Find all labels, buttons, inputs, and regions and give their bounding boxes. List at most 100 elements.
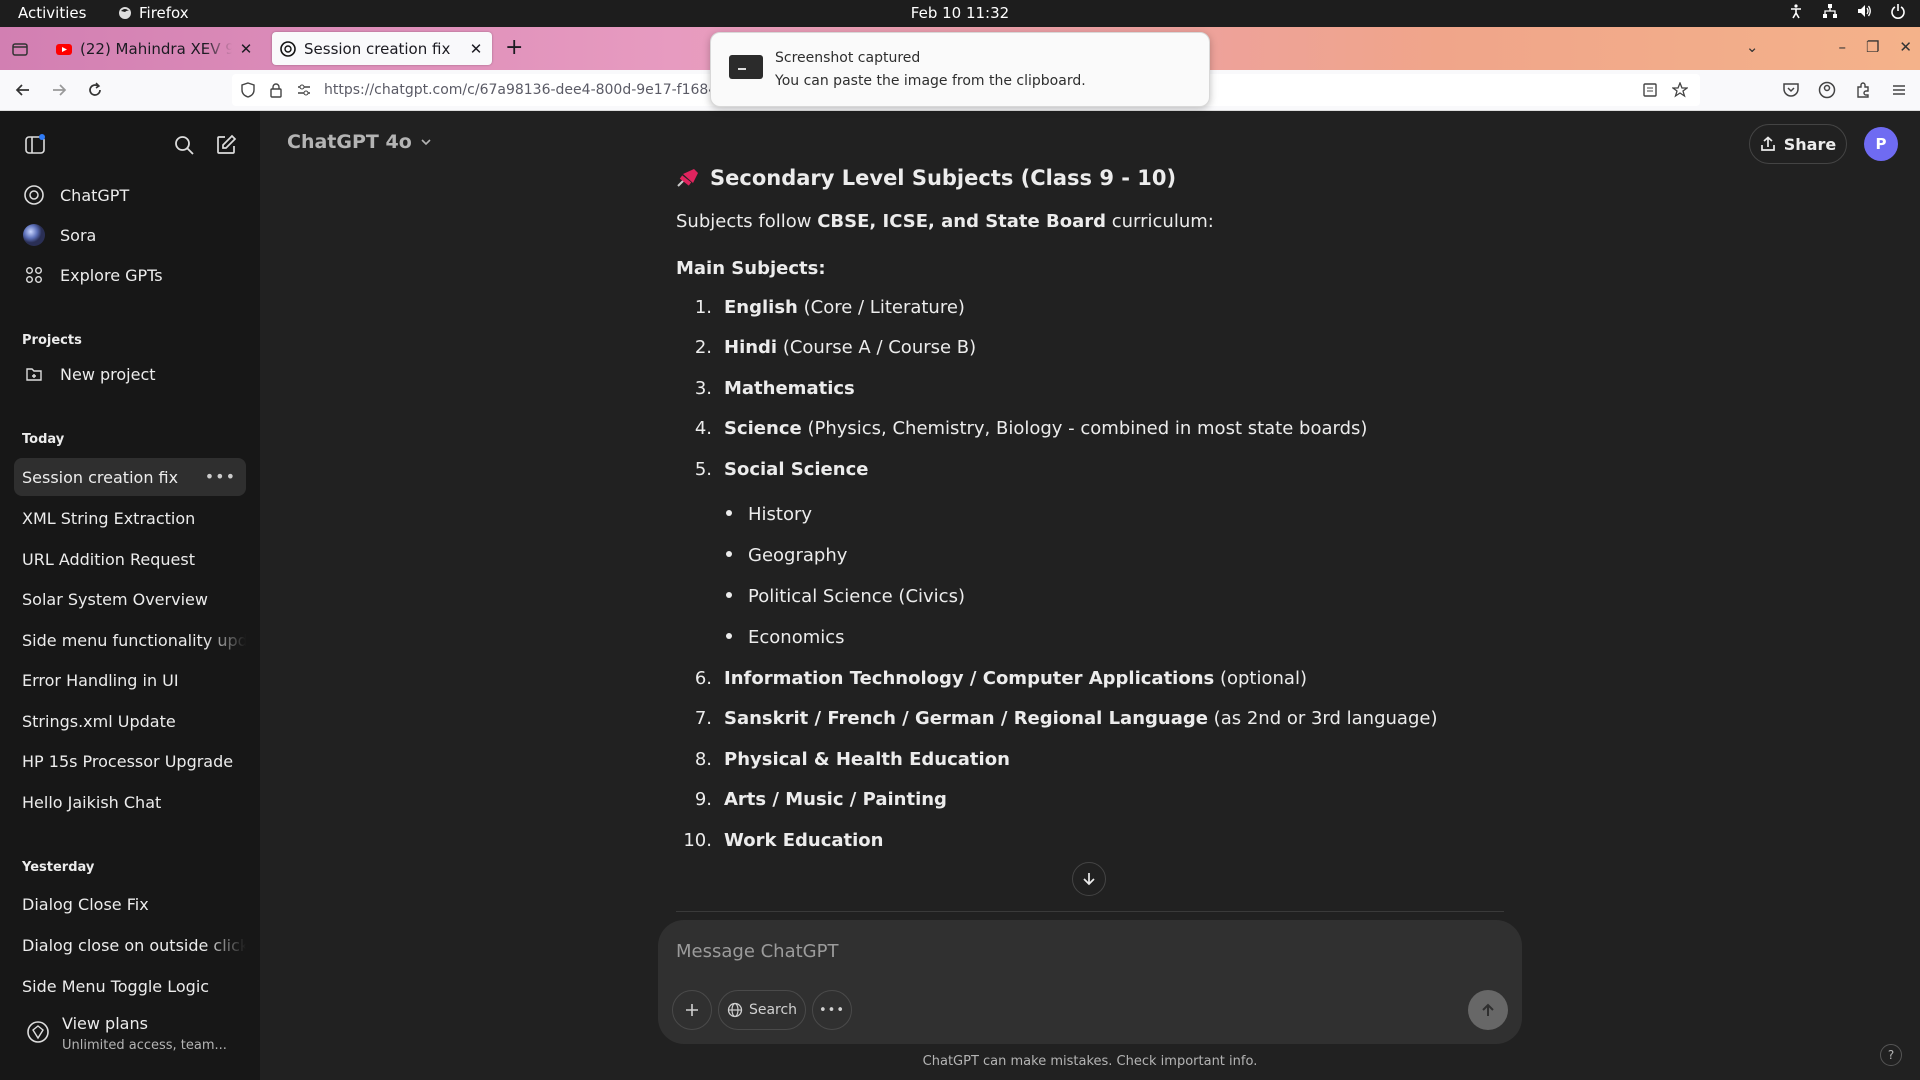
activities-button[interactable]: Activities [18,4,86,22]
chat-title: Side menu functionality upd [22,630,246,650]
chat-history-item[interactable]: URL Addition Request [14,540,246,578]
share-button[interactable]: Share [1749,124,1847,164]
search-button[interactable]: Search [718,990,806,1030]
chat-title: Error Handling in UI [22,670,179,690]
screenshot-notification[interactable]: Screenshot captured You can paste the im… [710,32,1210,107]
clock[interactable]: Feb 10 11:32 [0,4,1920,22]
network-icon[interactable] [1822,3,1838,19]
list-number: 4. [694,418,712,439]
power-icon[interactable] [1890,3,1906,19]
list-number: 6. [694,668,712,689]
tab-title: Session creation fix [304,39,451,58]
new-chat-icon[interactable] [215,134,237,156]
new-folder-icon [26,368,42,381]
model-selector[interactable]: ChatGPT 4o [287,131,432,153]
list-item: 5. Social Science [676,459,869,480]
chat-history-item[interactable]: Solar System Overview [14,580,246,618]
attach-button[interactable] [672,990,712,1030]
chat-history-item[interactable]: HP 15s Processor Upgrade [14,742,246,780]
share-label: Share [1783,134,1837,154]
chat-history-item[interactable]: Side Menu Toggle Logic [14,967,246,1005]
account-icon[interactable] [1818,81,1836,99]
extensions-icon[interactable] [1854,81,1872,99]
list-number: 7. [694,708,712,729]
chat-title: HP 15s Processor Upgrade [22,751,234,771]
search-label: Search [748,1002,798,1018]
more-options-icon[interactable]: ••• [205,467,236,486]
list-bold: Science [724,418,802,439]
shield-icon[interactable] [240,82,256,98]
sidebar-item-explore-gpts[interactable]: Explore GPTs [14,256,246,294]
hamburger-menu-icon[interactable] [1890,81,1908,99]
close-tab-icon[interactable]: ✕ [468,40,484,58]
list-item: 3. Mathematics [676,378,855,399]
list-rest: (Course A / Course B) [777,337,977,358]
chat-history-item[interactable]: Dialog Close Fix [14,885,246,923]
app-menu[interactable]: Firefox [118,4,189,22]
disclaimer-text: ChatGPT can make mistakes. Check importa… [922,1054,1258,1069]
restore-icon[interactable]: ❐ [1866,38,1879,56]
section-heading: Secondary Level Subjects (Class 9 - 10) [676,166,1176,190]
reader-view-icon[interactable] [1642,82,1658,98]
system-tray[interactable] [1788,3,1906,19]
bookmark-star-icon[interactable] [1672,82,1688,98]
list-rest: (optional) [1214,668,1307,689]
back-icon[interactable] [14,81,32,99]
list-bold: English [724,297,798,318]
bullet-item: History [726,504,812,525]
yesterday-header: Yesterday [22,860,95,875]
volume-icon[interactable] [1856,3,1872,19]
window-controls: ⌄ – ❐ ✕ [1746,38,1912,56]
chevron-down-icon[interactable]: ⌄ [1746,38,1759,56]
today-header: Today [22,432,65,447]
list-number: 8. [694,749,712,770]
pocket-icon[interactable] [1782,81,1800,99]
new-project-button[interactable]: New project [14,355,246,393]
close-tab-icon[interactable]: ✕ [238,40,254,58]
new-tab-icon[interactable]: + [505,37,523,59]
divider [676,911,1504,912]
bullet-item: Geography [726,545,847,566]
sidebar-item-sora[interactable]: Sora [14,216,246,254]
scroll-to-bottom-button[interactable] [1072,862,1106,896]
chat-history-item[interactable]: Dialog close on outside click [14,926,246,964]
youtube-icon [56,43,72,55]
list-rest: (Core / Literature) [797,297,965,318]
minimize-icon[interactable]: – [1838,38,1846,56]
chat-title: Dialog close on outside click [22,935,246,955]
forward-icon[interactable] [50,81,68,99]
chat-title: Solar System Overview [22,589,208,609]
message-input[interactable] [676,936,1476,966]
chat-history-item[interactable]: XML String Extraction [14,499,246,537]
chat-history-item[interactable]: Hello Jaikish Chat [14,783,246,821]
tab-chatgpt[interactable]: Session creation fix ✕ [272,32,492,65]
close-window-icon[interactable]: ✕ [1899,38,1912,56]
share-icon [1760,136,1775,151]
search-icon[interactable] [173,134,195,156]
chat-history-item[interactable]: Strings.xml Update [14,702,246,740]
bullet-text: History [748,504,813,525]
model-name: ChatGPT 4o [287,131,412,153]
intro-suffix: curriculum: [1106,211,1214,232]
accessibility-icon[interactable] [1788,3,1804,19]
chat-history-item[interactable]: Session creation fix ••• [14,458,246,496]
send-button[interactable] [1468,990,1508,1030]
avatar[interactable]: P [1864,127,1898,161]
chat-history-item[interactable]: Side menu functionality upd [14,621,246,659]
bullet-text: Political Science (Civics) [748,586,965,607]
more-tools-button[interactable]: ••• [812,990,852,1030]
permissions-icon[interactable] [296,82,312,98]
help-button[interactable]: ? [1880,1044,1902,1066]
grid-icon [26,267,42,283]
toolbar-right [1782,81,1908,99]
lock-icon[interactable] [268,82,284,98]
globe-icon [727,1002,743,1018]
tab-youtube[interactable]: (22) Mahindra XEV 9E 20 ✕ [48,32,262,65]
tab-title: (22) Mahindra XEV 9E 20 [80,39,232,58]
notification-title: Screenshot captured [775,50,921,66]
sidebar-item-chatgpt[interactable]: ChatGPT [14,176,246,214]
chat-history-item[interactable]: Error Handling in UI [14,661,246,699]
sidebar-toggle-icon[interactable] [24,134,46,156]
tab-list-icon[interactable] [10,39,30,59]
reload-icon[interactable] [86,81,104,99]
